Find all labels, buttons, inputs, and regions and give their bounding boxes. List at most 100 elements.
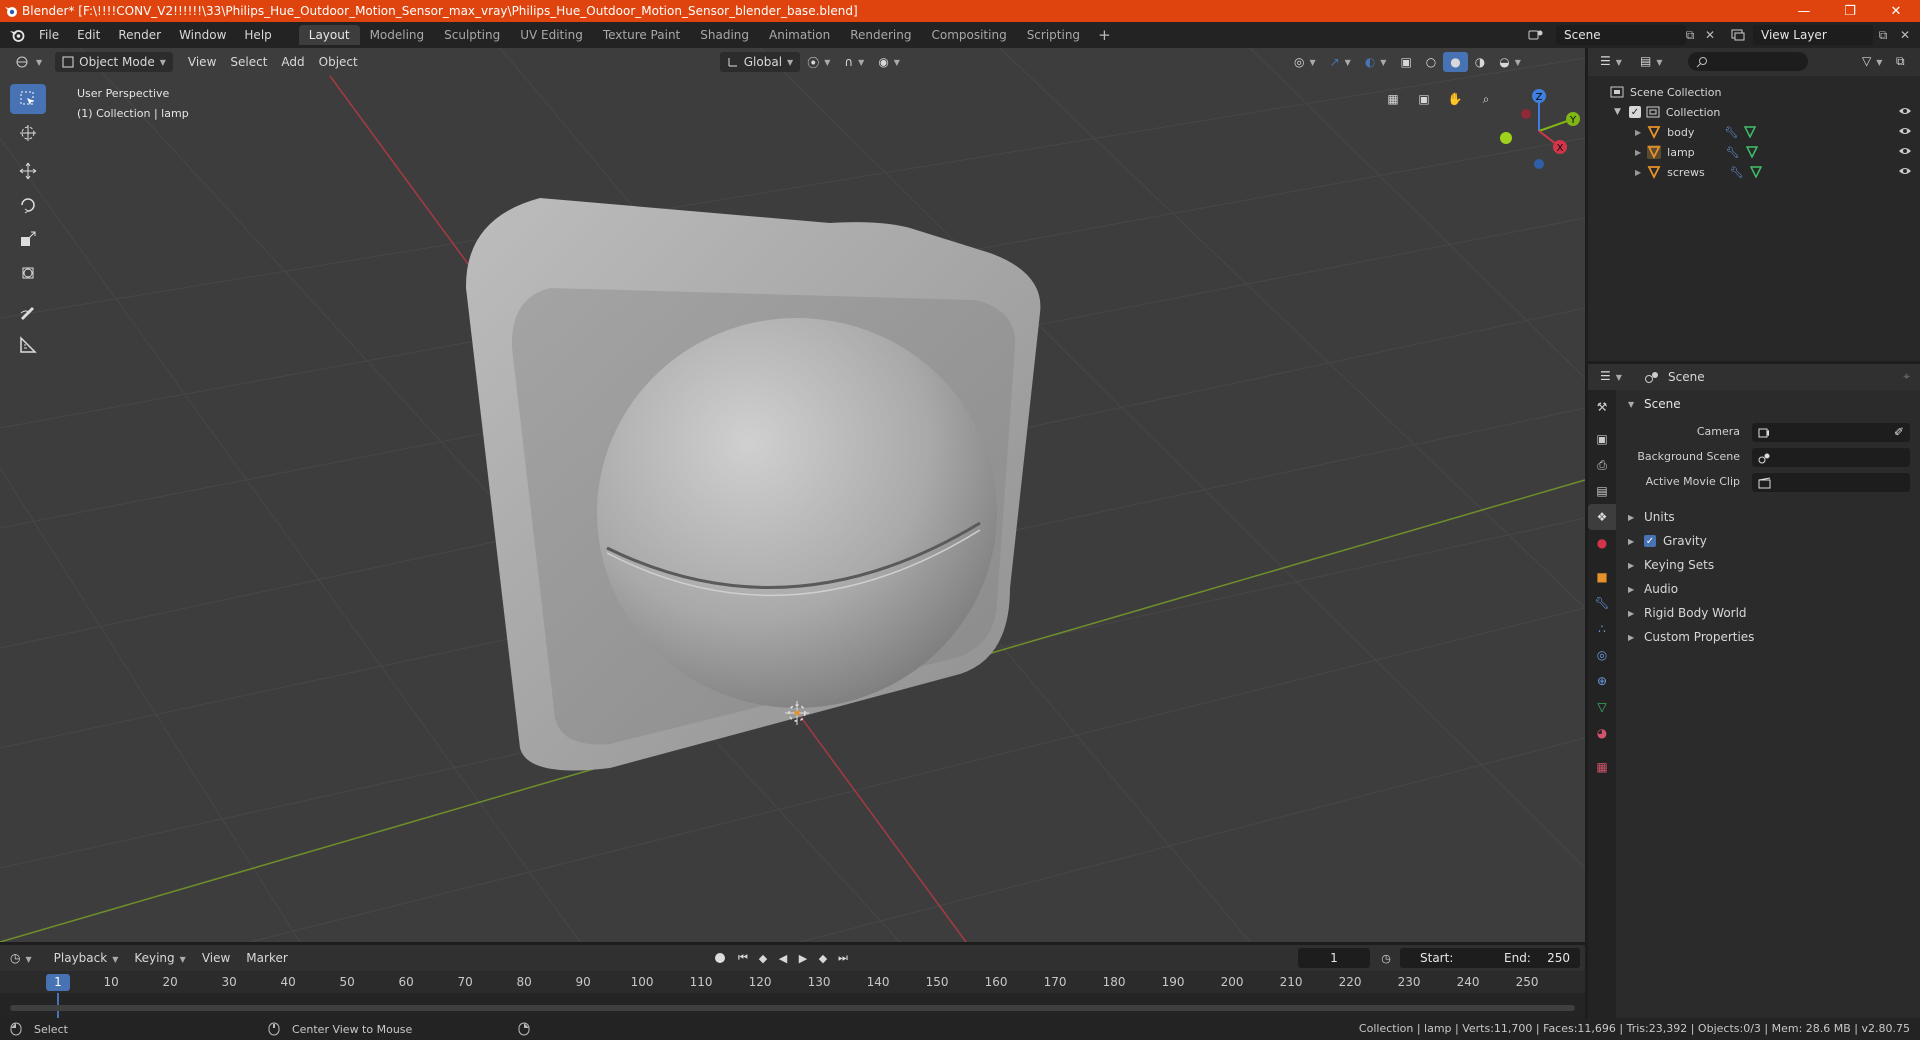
material-shading-icon[interactable]: ◑ (1468, 52, 1492, 72)
collection-expand-icon[interactable]: ▼ (1614, 107, 1621, 117)
particles-tab-icon[interactable]: ∴ (1588, 616, 1616, 642)
3d-viewport[interactable]: ▼ Object Mode ▼ View Select Add Object Gl… (0, 48, 1585, 942)
snap-icon[interactable]: ∩ ▼ (837, 52, 871, 72)
viewport-menu-add[interactable]: Add (274, 52, 311, 72)
end-frame-field[interactable]: End: 250 (1490, 948, 1580, 968)
scale-tool-icon[interactable] (8, 222, 48, 256)
outliner-scene-collection-row[interactable]: Scene Collection (1588, 82, 1920, 102)
timeline-ruler[interactable]: 1 10 20 30 40 50 60 70 80 90 100 110 120 130 140 150 16… (0, 971, 1585, 993)
outliner-object-row-lamp[interactable]: ▶ lamp 🔧︎ (1588, 142, 1920, 162)
delete-view-layer-icon[interactable]: ✕ (1895, 25, 1915, 45)
eye-icon[interactable] (1898, 105, 1912, 117)
timeline-track-area[interactable] (0, 993, 1585, 1018)
overlay-toggle-icon[interactable]: ◐ ▼ (1358, 52, 1394, 72)
tab-animation[interactable]: Animation (759, 25, 840, 45)
view-layer-browse-icon[interactable] (1728, 25, 1748, 45)
mesh-data-icon[interactable] (1745, 146, 1758, 158)
xray-toggle-icon[interactable]: ▣ (1393, 52, 1418, 72)
jump-next-keyframe-icon[interactable]: ◆ (814, 949, 832, 967)
tab-layout[interactable]: Layout (298, 25, 360, 45)
record-keyframe-icon[interactable] (711, 949, 729, 967)
texture-tab-icon[interactable]: ▦ (1588, 754, 1616, 780)
solid-shading-icon[interactable]: ● (1443, 52, 1468, 72)
modifier-wrench-icon[interactable]: 🔧︎ (1724, 126, 1738, 139)
modifier-wrench-icon[interactable]: 🔧︎ (1726, 146, 1740, 159)
tab-rendering[interactable]: Rendering (840, 25, 921, 45)
object-mode-dropdown[interactable]: Object Mode ▼ (55, 52, 173, 72)
proportional-edit-icon[interactable]: ◉ ▼ (871, 52, 907, 72)
play-reverse-icon[interactable]: ◀ (774, 949, 792, 967)
gravity-panel[interactable]: ▶ ✓ Gravity (1618, 529, 1920, 553)
timeline-menu-marker[interactable]: Marker (238, 951, 295, 965)
tab-uv-editing[interactable]: UV Editing (510, 25, 593, 45)
mesh-data-icon[interactable] (1749, 166, 1762, 178)
add-workspace-button[interactable]: + (1090, 26, 1119, 44)
tab-sculpting[interactable]: Sculpting (434, 25, 510, 45)
blender-logo-icon[interactable] (4, 22, 30, 48)
scene-browse-icon[interactable] (1526, 25, 1546, 45)
camera-field[interactable]: ✐ (1752, 423, 1910, 442)
constraints-tab-icon[interactable]: ⊕ (1588, 668, 1616, 694)
eye-icon[interactable] (1898, 125, 1912, 137)
tab-scripting[interactable]: Scripting (1017, 25, 1090, 45)
outliner-object-row-screws[interactable]: ▶ screws 🔧︎ (1588, 162, 1920, 182)
measure-tool-icon[interactable] (8, 328, 48, 362)
tab-shading[interactable]: Shading (690, 25, 759, 45)
editor-type-icon[interactable]: ▼ (8, 52, 49, 72)
delete-scene-icon[interactable]: ✕ (1700, 25, 1720, 45)
transform-tool-icon[interactable] (8, 256, 48, 290)
expand-icon[interactable]: ▶ (1635, 128, 1641, 137)
audio-panel[interactable]: ▶ Audio (1618, 577, 1920, 601)
menu-help[interactable]: Help (235, 22, 280, 48)
restore-icon[interactable]: ❐ (1827, 0, 1873, 22)
wireframe-shading-icon[interactable]: ○ (1419, 52, 1443, 72)
properties-editor-type-icon[interactable]: ☰ ▼ (1600, 369, 1622, 383)
viewport-menu-object[interactable]: Object (312, 52, 365, 72)
annotate-tool-icon[interactable] (8, 294, 48, 328)
close-icon[interactable]: ✕ (1873, 0, 1919, 22)
menu-edit[interactable]: Edit (68, 22, 109, 48)
expand-icon[interactable]: ▶ (1635, 148, 1641, 157)
rendered-shading-icon[interactable]: ◒ ▼ (1492, 52, 1528, 72)
scene-tab-icon[interactable]: ❖ (1588, 504, 1616, 530)
new-collection-icon[interactable]: ⧉ (1896, 54, 1905, 69)
transform-orientation-dropdown[interactable]: Global ▼ (719, 52, 801, 72)
object-tab-icon[interactable]: ■ (1588, 564, 1616, 590)
modifier-wrench-icon[interactable]: 🔧︎ (1730, 166, 1744, 179)
menu-file[interactable]: File (30, 22, 68, 48)
play-icon[interactable]: ▶ (794, 949, 812, 967)
modifier-tab-icon[interactable]: 🔧︎ (1588, 590, 1616, 616)
rotate-tool-icon[interactable] (8, 188, 48, 222)
jump-prev-keyframe-icon[interactable]: ◆ (754, 949, 772, 967)
material-tab-icon[interactable]: ◕ (1588, 720, 1616, 746)
menu-render[interactable]: Render (109, 22, 170, 48)
pan-view-hand-icon[interactable]: ✋ (1442, 86, 1468, 112)
physics-tab-icon[interactable]: ◎ (1588, 642, 1616, 668)
new-view-layer-icon[interactable]: ⧉ (1873, 25, 1893, 45)
use-preview-range-icon[interactable]: ◷ (1377, 949, 1395, 967)
motion-sensor-model[interactable] (465, 198, 1041, 771)
pivot-point-icon[interactable]: ⦿ ▼ (800, 52, 837, 72)
active-movie-clip-field[interactable] (1752, 473, 1910, 492)
tab-modeling[interactable]: Modeling (360, 25, 435, 45)
timeline-editor-type-icon[interactable]: ◷ ▼ (10, 951, 32, 965)
keying-sets-panel[interactable]: ▶ Keying Sets (1618, 553, 1920, 577)
display-mode-icon[interactable]: ▤ ▼ (1640, 54, 1663, 68)
timeline-menu-keying[interactable]: Keying ▼ (126, 951, 193, 965)
select-box-tool-icon[interactable] (10, 84, 46, 114)
collection-checkbox[interactable]: ✓ (1628, 106, 1641, 118)
navigation-gizmo[interactable]: Z Y X (1494, 86, 1584, 176)
minimize-icon[interactable]: — (1781, 0, 1827, 22)
camera-view-icon[interactable]: ▣ (1411, 86, 1437, 112)
render-tab-icon[interactable]: ▣ (1588, 426, 1616, 452)
timeline-menu-playback[interactable]: Playback ▼ (46, 951, 127, 965)
output-tab-icon[interactable]: ⎙ (1588, 452, 1616, 478)
rigid-body-world-panel[interactable]: ▶ Rigid Body World (1618, 601, 1920, 625)
view-layer-tab-icon[interactable]: ▤ (1588, 478, 1616, 504)
move-tool-icon[interactable] (8, 154, 48, 188)
viewport-menu-view[interactable]: View (181, 52, 223, 72)
background-scene-field[interactable] (1752, 448, 1910, 467)
scene-selector[interactable]: Scene (1556, 25, 1686, 45)
custom-properties-panel[interactable]: ▶ Custom Properties (1618, 625, 1920, 649)
gizmo-toggle-icon[interactable]: ↗ ▼ (1323, 52, 1358, 72)
